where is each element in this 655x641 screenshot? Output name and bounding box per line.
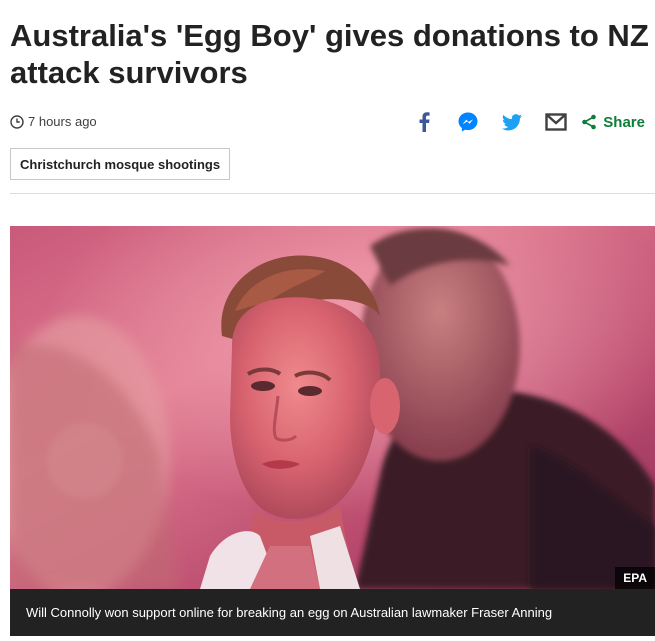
share-button[interactable]: Share bbox=[581, 114, 645, 131]
share-icon bbox=[582, 114, 597, 130]
article-photo bbox=[10, 226, 655, 589]
share-label: Share bbox=[603, 113, 645, 131]
image-credit: EPA bbox=[615, 567, 655, 589]
clock-icon bbox=[10, 114, 24, 129]
article-figure: EPA Will Connolly won support online for… bbox=[10, 226, 655, 636]
twitter-icon[interactable] bbox=[501, 111, 523, 133]
article-headline: Australia's 'Egg Boy' gives donations to… bbox=[10, 18, 649, 90]
email-icon[interactable] bbox=[545, 111, 567, 133]
article-timestamp: 7 hours ago bbox=[10, 114, 97, 129]
divider bbox=[10, 193, 655, 194]
article-meta: 7 hours ago Share bbox=[10, 108, 645, 136]
facebook-icon[interactable] bbox=[413, 111, 435, 133]
share-tools: Share bbox=[391, 108, 645, 136]
image-caption: Will Connolly won support online for bre… bbox=[10, 589, 655, 636]
timestamp-text: 7 hours ago bbox=[28, 114, 97, 129]
topic-tag[interactable]: Christchurch mosque shootings bbox=[10, 148, 231, 180]
messenger-icon[interactable] bbox=[457, 111, 479, 133]
